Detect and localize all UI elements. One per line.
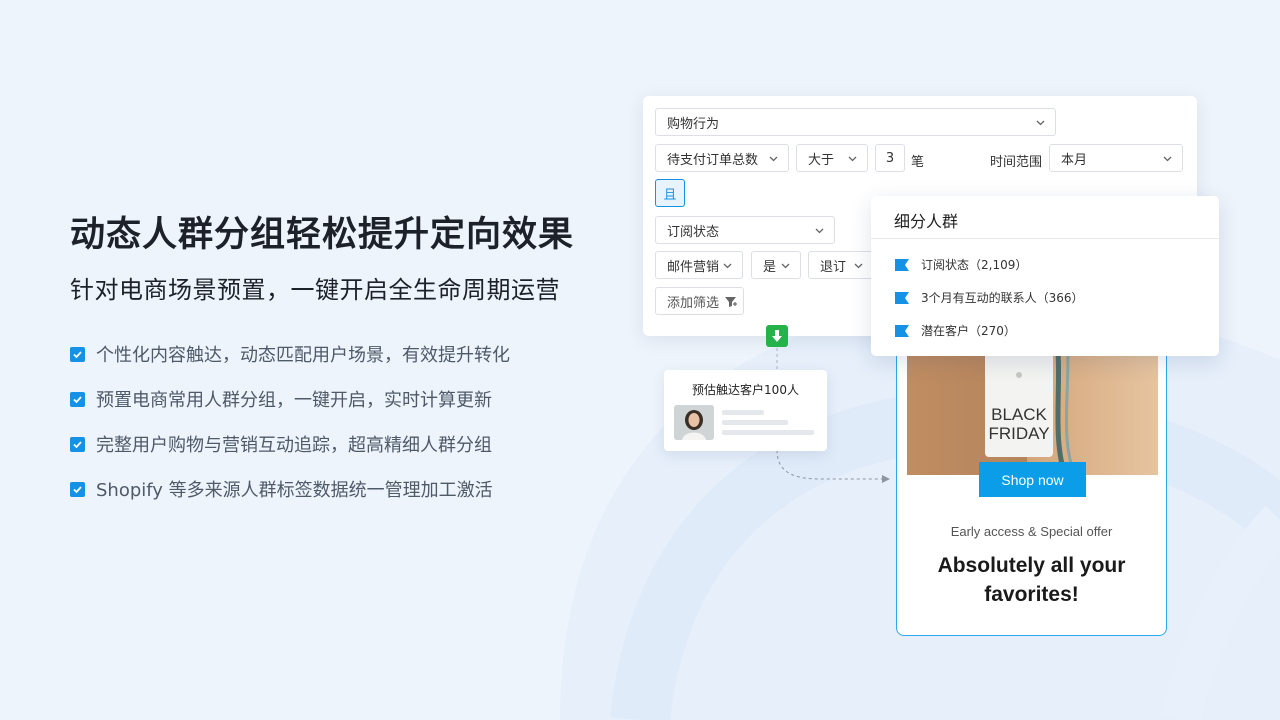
arrow-down-icon (766, 325, 788, 347)
add-filter-button[interactable]: 添加筛选 (655, 287, 744, 315)
segment-item-label: 3个月有互动的联系人（366） (921, 291, 1084, 305)
operator-select-value: 大于 (808, 152, 835, 168)
yes-select[interactable]: 是 (751, 251, 801, 279)
metric-select-value: 待支付订单总数 (667, 152, 759, 168)
email-preview: BLACK FRIDAY Shop now Early access & Spe… (896, 330, 1167, 636)
channel-select[interactable]: 邮件营销 (655, 251, 743, 279)
chevron-down-icon (723, 263, 732, 269)
chevron-down-icon (854, 263, 863, 269)
subheadline: 针对电商场景预置，一键开启全生命周期运营 (70, 276, 560, 304)
divider (871, 238, 1219, 239)
placeholder-line (722, 410, 764, 415)
placeholder-line (722, 420, 788, 425)
feature-item: Shopify 等多来源人群标签数据统一管理加工激活 (70, 475, 510, 503)
segment-item[interactable]: 潜在客户（270） (895, 322, 1016, 339)
and-logic-tag[interactable]: 且 (655, 179, 685, 207)
segment-item-label: 潜在客户（270） (921, 324, 1016, 338)
feature-text: 预置电商常用人群分组，一键开启，实时计算更新 (96, 390, 492, 411)
chevron-down-icon (781, 263, 790, 269)
email-headline: Absolutely all your favorites! (937, 554, 1126, 606)
estimate-title: 预估触达客户100人 (692, 383, 799, 397)
tag-line-1: BLACK (991, 405, 1047, 424)
time-range-select[interactable]: 本月 (1049, 144, 1183, 172)
unsubscribe-select-value: 退订 (820, 259, 847, 275)
channel-select-value: 邮件营销 (667, 259, 720, 275)
feature-item: 个性化内容触达，动态匹配用户场景，有效提升转化 (70, 340, 510, 368)
chevron-down-icon (848, 156, 857, 162)
status-select-value: 订阅状态 (667, 224, 720, 240)
status-select[interactable]: 订阅状态 (655, 216, 835, 244)
count-unit: 笔 (911, 155, 925, 170)
headline: 动态人群分组轻松提升定向效果 (70, 215, 575, 255)
yes-select-value: 是 (763, 259, 777, 275)
category-select[interactable]: 购物行为 (655, 108, 1056, 136)
shop-now-button[interactable]: Shop now (979, 462, 1086, 497)
segment-popup-title: 细分人群 (894, 212, 959, 231)
placeholder-line (722, 430, 814, 435)
count-input[interactable]: 3 (875, 144, 905, 172)
time-range-select-value: 本月 (1061, 152, 1088, 168)
time-range-label: 时间范围 (990, 155, 1043, 170)
early-access-text: Early access & Special offer (950, 524, 1113, 539)
operator-select[interactable]: 大于 (796, 144, 868, 172)
unsubscribe-select[interactable]: 退订 (808, 251, 874, 279)
segment-item-label: 订阅状态（2,109） (921, 258, 1028, 272)
checkbox-icon (70, 481, 85, 497)
feature-text: 个性化内容触达，动态匹配用户场景，有效提升转化 (96, 345, 510, 366)
chevron-down-icon (815, 228, 824, 234)
chevron-down-icon (1036, 120, 1045, 126)
segment-item[interactable]: 3个月有互动的联系人（366） (895, 289, 1084, 306)
feature-list: 个性化内容触达，动态匹配用户场景，有效提升转化 预置电商常用人群分组，一键开启，… (70, 340, 510, 520)
add-filter-label: 添加筛选 (667, 295, 720, 311)
flag-icon (895, 258, 909, 271)
estimate-card: 预估触达客户100人 (664, 370, 827, 451)
feature-item: 预置电商常用人群分组，一键开启，实时计算更新 (70, 385, 510, 413)
black-friday-tag: BLACK FRIDAY (985, 405, 1053, 443)
tag-line-2: FRIDAY (988, 424, 1050, 443)
metric-select[interactable]: 待支付订单总数 (655, 144, 789, 172)
chevron-down-icon (769, 156, 778, 162)
segment-popup: 细分人群 订阅状态（2,109） 3个月有互动的联系人（366） 潜在客户（27… (871, 196, 1219, 356)
product-photo: BLACK FRIDAY (907, 337, 1158, 475)
avatar (674, 405, 714, 440)
chevron-down-icon (1163, 156, 1172, 162)
checkbox-icon (70, 391, 85, 407)
filter-icon (725, 296, 738, 307)
checkbox-icon (70, 346, 85, 362)
flag-icon (895, 324, 909, 337)
flag-icon (895, 291, 909, 304)
feature-item: 完整用户购物与营销互动追踪，超高精细人群分组 (70, 430, 510, 458)
segment-item[interactable]: 订阅状态（2,109） (895, 256, 1027, 273)
feature-text: 完整用户购物与营销互动追踪，超高精细人群分组 (96, 435, 492, 456)
checkbox-icon (70, 436, 85, 452)
feature-text: Shopify 等多来源人群标签数据统一管理加工激活 (96, 480, 493, 501)
category-select-value: 购物行为 (667, 116, 720, 132)
